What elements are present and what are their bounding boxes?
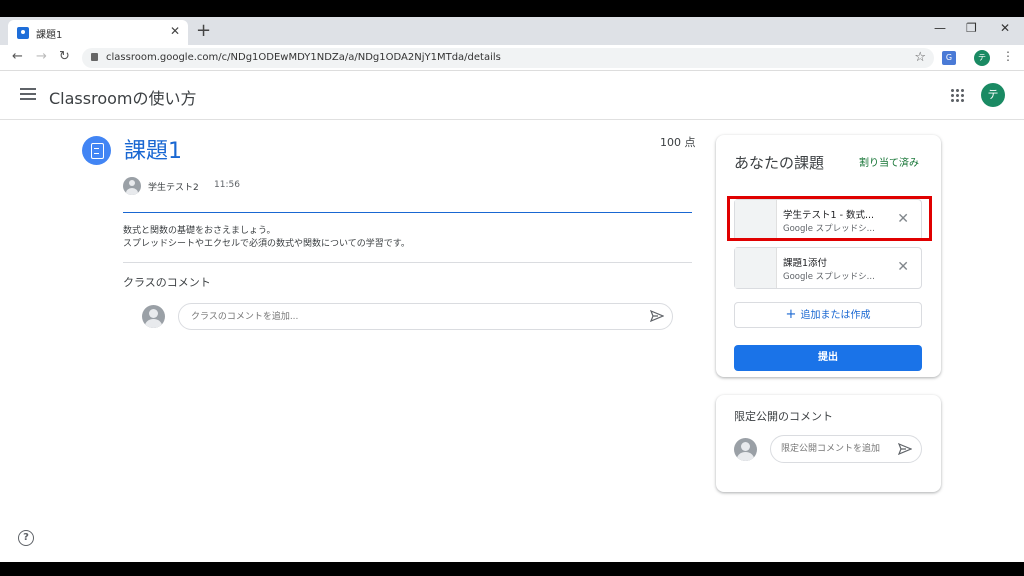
private-comments-label: 限定公開のコメント [734, 410, 833, 423]
commenter-avatar [734, 438, 757, 461]
plus-icon: + [785, 307, 797, 322]
assignment-icon [82, 136, 111, 165]
submit-button[interactable]: 提出 [734, 345, 922, 371]
hamburger-menu-icon[interactable] [20, 88, 36, 100]
browser-toolbar: ← → ↻ classroom.google.com/c/NDg1ODEwMDY… [0, 45, 1024, 71]
description-divider [123, 262, 692, 263]
your-work-card: あなたの課題 割り当て済み 学生テスト1 - 数式... Google スプレッ… [716, 135, 941, 377]
url-text: classroom.google.com/c/NDg1ODEwMDY1NDZa/… [106, 52, 501, 63]
file-type: Google スプレッドシ... [783, 272, 875, 282]
help-icon[interactable]: ? [18, 530, 34, 546]
lock-icon [91, 53, 98, 61]
remove-attachment-icon[interactable]: ✕ [897, 259, 909, 275]
restore-icon[interactable]: ❐ [966, 21, 977, 35]
annotation-highlight-box [727, 196, 932, 241]
send-icon[interactable] [898, 443, 912, 455]
tab-title: 課題1 [36, 30, 63, 41]
attachment-chip[interactable]: 課題1添付 Google スプレッドシ... ✕ [734, 247, 922, 289]
description-line: 数式と関数の基礎をおさえましょう。 [123, 226, 276, 236]
classroom-favicon-icon [17, 27, 29, 39]
translate-extension-icon[interactable]: G [942, 51, 956, 65]
assignment-points: 100 点 [660, 136, 696, 149]
back-icon[interactable]: ← [12, 49, 23, 64]
browser-profile-avatar[interactable]: テ [974, 50, 990, 66]
browser-window: 課題1 ✕ + — ❐ ✕ ← → ↻ classroom.google.com… [0, 17, 1024, 562]
forward-icon[interactable]: → [36, 49, 47, 64]
private-comments-card: 限定公開のコメント [716, 395, 941, 492]
minimize-icon[interactable]: — [934, 21, 946, 35]
assignment-status: 割り当て済み [859, 158, 919, 169]
address-bar[interactable]: classroom.google.com/c/NDg1ODEwMDY1NDZa/… [82, 48, 934, 68]
close-tab-icon[interactable]: ✕ [170, 24, 180, 38]
description-line: スプレッドシートやエクセルで必須の数式や関数についての学習です。 [123, 239, 410, 249]
classroom-header: Classroomの使い方 テ [0, 72, 1024, 120]
author-avatar [123, 177, 141, 195]
assignment-title: 課題1 [124, 139, 182, 164]
file-thumbnail [735, 248, 777, 288]
class-title[interactable]: Classroomの使い方 [49, 85, 197, 109]
add-or-create-button[interactable]: + 追加または作成 [734, 302, 922, 328]
post-time: 11:56 [214, 180, 240, 190]
your-work-title: あなたの課題 [734, 154, 825, 172]
new-tab-icon[interactable]: + [196, 20, 211, 41]
tab-strip: 課題1 ✕ + — ❐ ✕ [0, 17, 1024, 45]
bookmark-star-icon[interactable]: ☆ [914, 50, 926, 65]
reload-icon[interactable]: ↻ [59, 49, 70, 64]
add-or-create-label: 追加または作成 [800, 310, 871, 321]
browser-tab[interactable]: 課題1 ✕ [8, 20, 188, 45]
google-apps-icon[interactable] [950, 88, 964, 102]
title-divider [123, 212, 692, 213]
file-name: 課題1添付 [783, 258, 828, 269]
account-avatar[interactable]: テ [981, 83, 1005, 107]
commenter-avatar [142, 305, 165, 328]
browser-menu-icon[interactable]: ⋮ [1002, 49, 1014, 63]
author-name: 学生テスト2 [148, 183, 199, 193]
close-window-icon[interactable]: ✕ [1000, 21, 1010, 35]
assignment-description: 数式と関数の基礎をおさえましょう。 スプレッドシートやエクセルで必須の数式や関数… [123, 225, 410, 251]
send-icon[interactable] [650, 310, 664, 322]
class-comment-input[interactable] [178, 303, 673, 330]
class-comments-label: クラスのコメント [123, 276, 211, 289]
